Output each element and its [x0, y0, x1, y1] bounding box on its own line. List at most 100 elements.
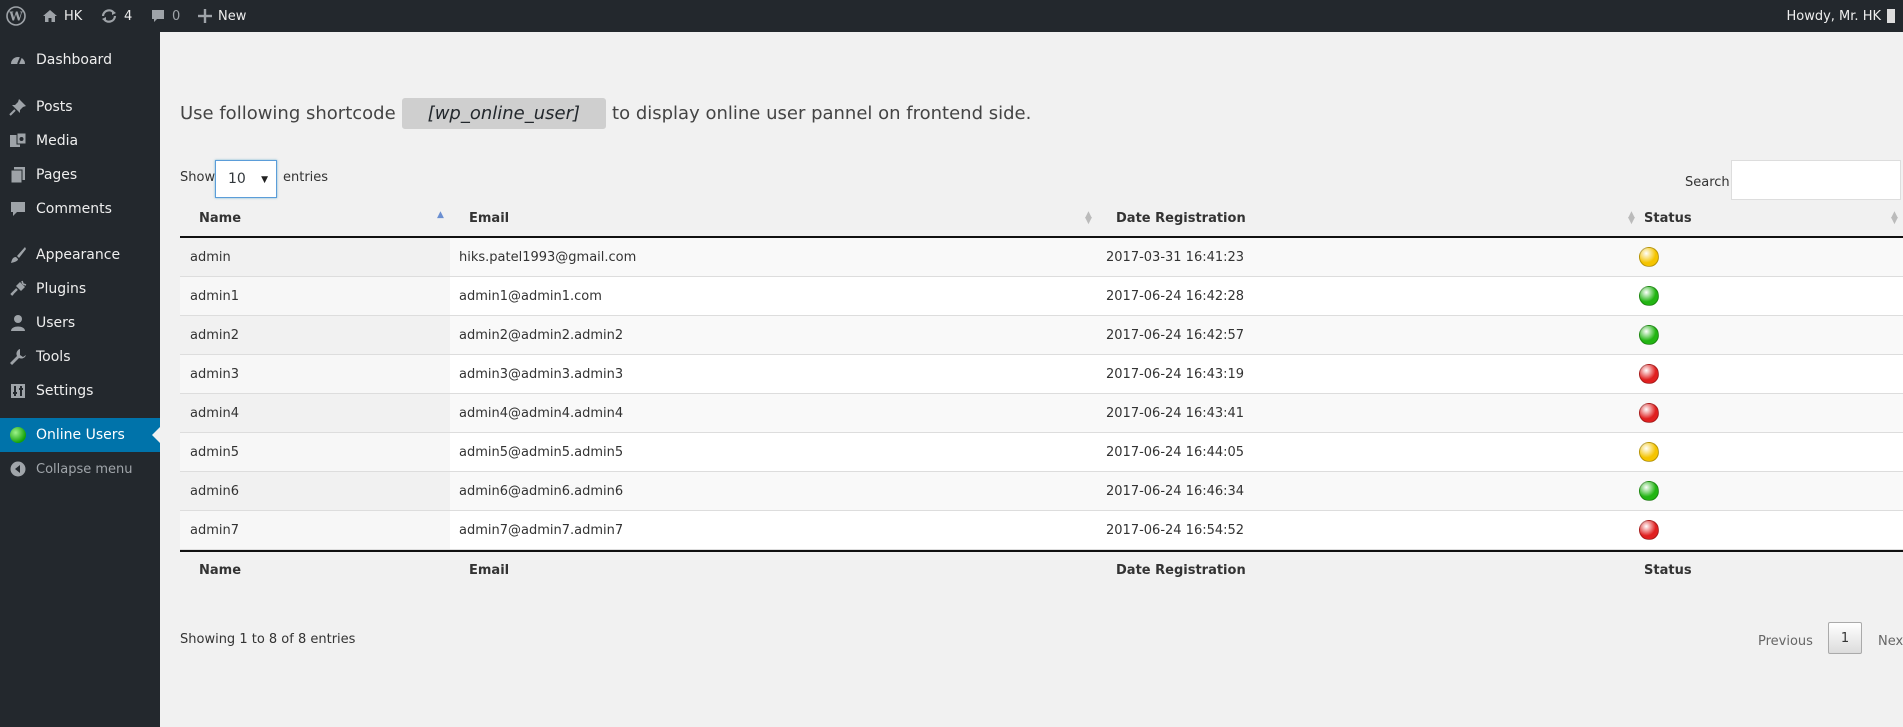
table-row: admin5 admin5@admin5.admin5 2017-06-24 16:… [180, 433, 1903, 472]
cell-date-registration: 2017-06-24 16:43:19 [1106, 366, 1245, 382]
sidebar-item-label: Dashboard [36, 52, 112, 68]
entries-label: entries [283, 170, 329, 185]
green-dot-icon [9, 426, 27, 444]
collapse-menu-label: Collapse menu [36, 461, 133, 477]
table-info-text: Showing 1 to 8 of 8 entries [180, 632, 356, 647]
sidebar-item-online-users[interactable]: Online Users [0, 418, 160, 452]
comments-link[interactable]: 0 [150, 0, 180, 32]
table-row: admin3 admin3@admin3.admin3 2017-06-24 16:… [180, 355, 1903, 394]
media-icon [9, 132, 27, 150]
page-number-button[interactable]: 1 [1828, 622, 1862, 654]
cell-date-registration: 2017-06-24 16:42:57 [1106, 327, 1245, 343]
wordpress-logo-icon[interactable]: W [6, 0, 26, 32]
svg-text:W: W [8, 10, 23, 24]
cell-email: admin2@admin2.admin2 [459, 327, 624, 343]
table-row: admin hiks.patel1993@gmail.com 2017-03-31 … [180, 238, 1903, 277]
sidebar-item-appearance[interactable]: Appearance [0, 238, 160, 272]
cell-email: admin3@admin3.admin3 [459, 366, 624, 382]
table-row: admin4 admin4@admin4.admin4 2017-06-24 16:… [180, 394, 1903, 433]
footer-header-date: Date Registration [1116, 552, 1246, 588]
previous-page-button[interactable]: Previous [1758, 634, 1813, 649]
table-row: admin2 admin2@admin2.admin2 2017-06-24 16:… [180, 316, 1903, 355]
greeting: Howdy, Mr. HK [1786, 8, 1881, 24]
shortcode-suffix: to display online user pannel on fronten… [612, 103, 1032, 124]
collapse-menu-button[interactable]: Collapse menu [0, 452, 160, 486]
table-row: admin1 admin1@admin1.com 2017-06-24 16:42:… [180, 277, 1903, 316]
column-header-email[interactable]: Email [469, 200, 509, 236]
shortcode-instructions: Use following shortcode [wp_online_user]… [180, 98, 1031, 129]
sidebar-item-dashboard[interactable]: Dashboard [0, 43, 160, 77]
admin-bar: W HK 4 0 New Howdy, Mr. HK [0, 0, 1903, 32]
updates-link[interactable]: 4 [100, 0, 132, 32]
sidebar-item-label: Comments [36, 201, 112, 217]
sort-both-icon[interactable]: ▲ ▼ [1628, 211, 1635, 226]
sort-ascending-icon[interactable]: ▲ [437, 211, 444, 220]
sidebar-item-label: Users [36, 315, 76, 331]
column-header-status[interactable]: Status [1644, 200, 1692, 236]
column-header-date[interactable]: Date Registration [1116, 200, 1246, 236]
page-size-select[interactable]: 10 ▼ [215, 160, 277, 198]
pin-icon [9, 98, 27, 116]
column-header-label: Email [469, 210, 510, 226]
cell-name: admin4 [190, 405, 240, 421]
settings-icon [9, 382, 27, 400]
footer-header-status: Status [1644, 552, 1692, 588]
sidebar-item-label: Posts [36, 99, 73, 115]
paintbrush-icon [9, 246, 27, 264]
next-page-button[interactable]: Next [1878, 634, 1903, 649]
my-account-link[interactable]: Howdy, Mr. HK [1780, 0, 1895, 32]
plus-icon [198, 9, 212, 23]
avatar [1887, 9, 1895, 23]
shortcode-code: [wp_online_user] [401, 98, 607, 129]
cell-name: admin3 [190, 366, 240, 382]
comments-count: 0 [172, 8, 181, 24]
cell-email: admin1@admin1.com [459, 288, 602, 304]
cell-date-registration: 2017-06-24 16:44:05 [1106, 444, 1245, 460]
column-header-label: Name [199, 210, 242, 226]
cell-date-registration: 2017-06-24 16:43:41 [1106, 405, 1245, 421]
sidebar-item-tools[interactable]: Tools [0, 340, 160, 374]
comment-bubble-icon [150, 8, 166, 24]
cell-name: admin2 [190, 327, 240, 343]
column-header-name[interactable]: Name [199, 200, 241, 236]
sidebar-item-posts[interactable]: Posts [0, 90, 160, 124]
chevron-down-icon: ▼ [261, 175, 268, 185]
new-label: New [218, 8, 247, 24]
updates-count: 4 [124, 8, 133, 24]
footer-header-name: Name [199, 552, 241, 588]
show-label: Show [180, 170, 216, 185]
sort-both-icon[interactable]: ▲ ▼ [1085, 211, 1092, 226]
table-footer: Name Email Date Registration Status [180, 550, 1903, 588]
plug-icon [9, 280, 27, 298]
sort-both-icon[interactable]: ▲ ▼ [1891, 211, 1898, 226]
sidebar-item-label: Pages [36, 167, 78, 183]
table-body: admin hiks.patel1993@gmail.com 2017-03-31 … [180, 238, 1903, 550]
page-number-label: 1 [1840, 630, 1850, 646]
sidebar-item-media[interactable]: Media [0, 124, 160, 158]
admin-sidebar: Dashboard Posts Media Pages Comments App… [0, 32, 160, 727]
online-users-table: Name ▲ Email ▲ ▼ Date Registration ▲ ▼ Sta… [180, 200, 1903, 588]
wrench-icon [9, 348, 27, 366]
sidebar-item-label: Plugins [36, 281, 87, 297]
home-icon [42, 8, 58, 24]
column-footer-label: Name [199, 562, 242, 578]
table-header: Name ▲ Email ▲ ▼ Date Registration ▲ ▼ Sta… [180, 200, 1903, 238]
page-size-value: 10 [228, 171, 246, 187]
new-content-link[interactable]: New [198, 0, 246, 32]
search-input[interactable] [1731, 160, 1901, 200]
search-label: Search: [1685, 175, 1735, 190]
cell-name: admin [190, 249, 231, 265]
sidebar-item-comments[interactable]: Comments [0, 192, 160, 226]
cell-name: admin7 [190, 522, 240, 538]
site-home-link[interactable]: HK [42, 0, 82, 32]
cell-date-registration: 2017-06-24 16:42:28 [1106, 288, 1245, 304]
sidebar-item-users[interactable]: Users [0, 306, 160, 340]
cell-date-registration: 2017-06-24 16:54:52 [1106, 522, 1245, 538]
sidebar-item-pages[interactable]: Pages [0, 158, 160, 192]
cell-email: admin6@admin6.admin6 [459, 483, 624, 499]
collapse-arrow-icon [9, 460, 27, 478]
sidebar-item-settings[interactable]: Settings [0, 374, 160, 408]
sidebar-item-plugins[interactable]: Plugins [0, 272, 160, 306]
sidebar-item-label: Appearance [36, 247, 121, 263]
cell-name: admin6 [190, 483, 240, 499]
